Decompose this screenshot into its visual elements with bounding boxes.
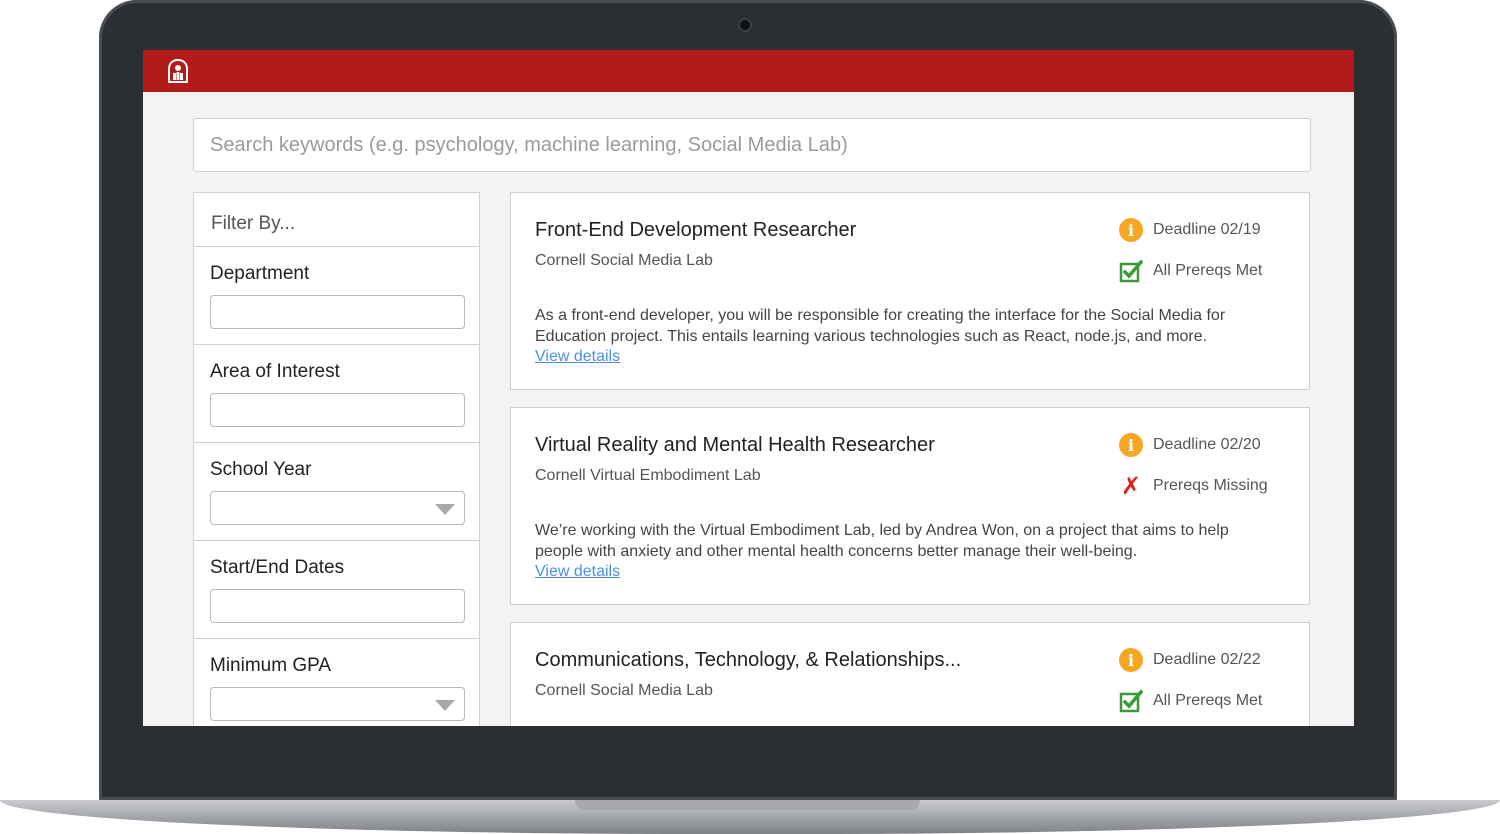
result-lab: Cornell Virtual Embodiment Lab [535, 467, 761, 484]
deadline-status: i Deadline 02/19 [1119, 218, 1261, 242]
result-card: Virtual Reality and Mental Health Resear… [510, 407, 1310, 605]
info-icon: i [1119, 433, 1143, 457]
result-lab: Cornell Social Media Lab [535, 252, 713, 269]
deadline-status: i Deadline 02/22 [1119, 648, 1261, 672]
start-end-dates-label: Start/End Dates [210, 557, 345, 578]
prereq-status: ✗ Prereqs Missing [1119, 472, 1268, 500]
prereq-status: All Prereqs Met [1119, 259, 1262, 283]
laptop-notch [575, 800, 920, 810]
deadline-text: Deadline 02/20 [1153, 436, 1261, 453]
department-label: Department [210, 263, 310, 284]
minimum-gpa-label: Minimum GPA [210, 655, 332, 676]
chevron-down-icon [435, 700, 455, 711]
checkbox-checked-icon [1119, 689, 1143, 713]
result-description: We’re working with the Virtual Embodimen… [535, 522, 1229, 560]
deadline-text: Deadline 02/19 [1153, 221, 1261, 238]
deadline-text: Deadline 02/22 [1153, 651, 1261, 668]
area-of-interest-field[interactable] [210, 393, 465, 427]
filter-area-of-interest: Area of Interest [194, 345, 479, 443]
filter-department: Department [194, 247, 479, 345]
view-details-link[interactable]: View details [535, 563, 620, 581]
deadline-status: i Deadline 02/20 [1119, 433, 1261, 457]
cornell-logo-icon[interactable] [165, 58, 191, 84]
result-card: Front-End Development Researcher Cornell… [510, 192, 1310, 390]
department-field[interactable] [210, 295, 465, 329]
minimum-gpa-select[interactable] [210, 687, 465, 721]
prereq-text: Prereqs Missing [1153, 477, 1268, 494]
filter-heading: Filter By... [194, 193, 479, 247]
top-bar [143, 50, 1354, 92]
webcam [740, 20, 750, 30]
result-description: As a front-end developer, you will be re… [535, 307, 1226, 345]
prereq-text: All Prereqs Met [1153, 262, 1263, 279]
filter-school-year: School Year [194, 443, 479, 541]
info-icon: i [1119, 218, 1143, 242]
area-of-interest-label: Area of Interest [210, 361, 340, 382]
view-details-link[interactable]: View details [535, 348, 620, 366]
result-card: Communications, Technology, & Relationsh… [510, 622, 1310, 726]
search-input[interactable] [193, 118, 1311, 172]
checkbox-checked-icon [1119, 259, 1143, 283]
result-title[interactable]: Front-End Development Researcher [535, 219, 856, 242]
app-screen: Filter By... Department Area of Interest… [143, 50, 1354, 726]
info-icon: i [1119, 648, 1143, 672]
start-end-dates-field[interactable] [210, 589, 465, 623]
school-year-select[interactable] [210, 491, 465, 525]
chevron-down-icon [435, 504, 455, 515]
filter-panel: Filter By... Department Area of Interest… [193, 192, 480, 726]
result-title[interactable]: Virtual Reality and Mental Health Resear… [535, 434, 935, 457]
school-year-label: School Year [210, 459, 312, 480]
prereq-text: All Prereqs Met [1153, 692, 1263, 709]
result-lab: Cornell Social Media Lab [535, 682, 713, 699]
filter-start-end-dates: Start/End Dates [194, 541, 479, 639]
x-icon: ✗ [1120, 472, 1142, 500]
result-title[interactable]: Communications, Technology, & Relationsh… [535, 649, 961, 672]
prereq-status: All Prereqs Met [1119, 689, 1262, 713]
filter-minimum-gpa: Minimum GPA [194, 639, 479, 726]
